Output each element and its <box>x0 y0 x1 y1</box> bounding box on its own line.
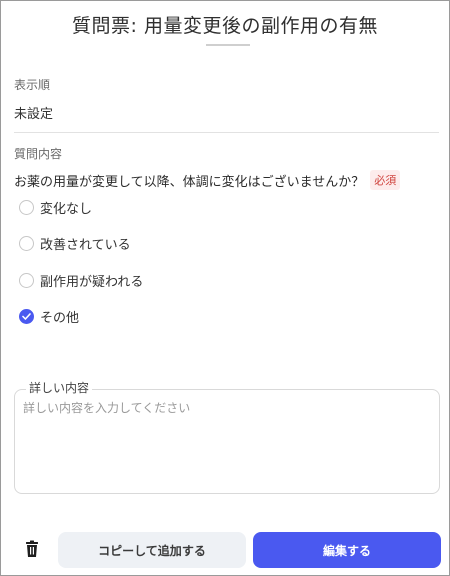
radio-unchecked-icon[interactable] <box>19 200 34 215</box>
option-side-effect[interactable]: 副作用が疑われる <box>19 271 143 290</box>
option-improved[interactable]: 改善されている <box>19 234 131 253</box>
option-label: 改善されている <box>40 238 131 253</box>
radio-checked-icon[interactable] <box>19 309 34 324</box>
question-text-row: お薬の用量が変更して以降、体調に変化はございませんか？ 必須 <box>14 170 401 190</box>
trash-icon[interactable] <box>22 539 42 559</box>
radio-unchecked-icon[interactable] <box>19 236 34 251</box>
display-order-label: 表示順 <box>14 78 51 92</box>
check-icon <box>22 313 31 320</box>
option-label: 副作用が疑われる <box>40 275 144 290</box>
details-textarea[interactable] <box>23 399 431 485</box>
divider <box>14 132 439 133</box>
option-other[interactable]: その他 <box>19 307 79 326</box>
page-title: 質問票: 用量変更後の副作用の有無 <box>72 15 378 37</box>
display-order-value: 未設定 <box>14 107 54 122</box>
title-underline <box>206 44 250 46</box>
edit-button[interactable]: 編集する <box>253 532 441 568</box>
option-no-change[interactable]: 変化なし <box>19 198 92 217</box>
copy-and-add-button[interactable]: コピーして追加する <box>58 532 246 568</box>
option-label: 変化なし <box>40 202 93 217</box>
question-card: 質問票: 用量変更後の副作用の有無 表示順 未設定 質問内容 お薬の用量が変更し… <box>0 0 450 576</box>
radio-unchecked-icon[interactable] <box>19 273 34 288</box>
question-text: お薬の用量が変更して以降、体調に変化はございませんか？ <box>14 174 365 190</box>
option-label: その他 <box>40 311 80 326</box>
details-legend: 詳しい内容 <box>26 379 93 396</box>
required-badge: 必須 <box>370 170 401 190</box>
question-section-label: 質問内容 <box>14 147 63 161</box>
